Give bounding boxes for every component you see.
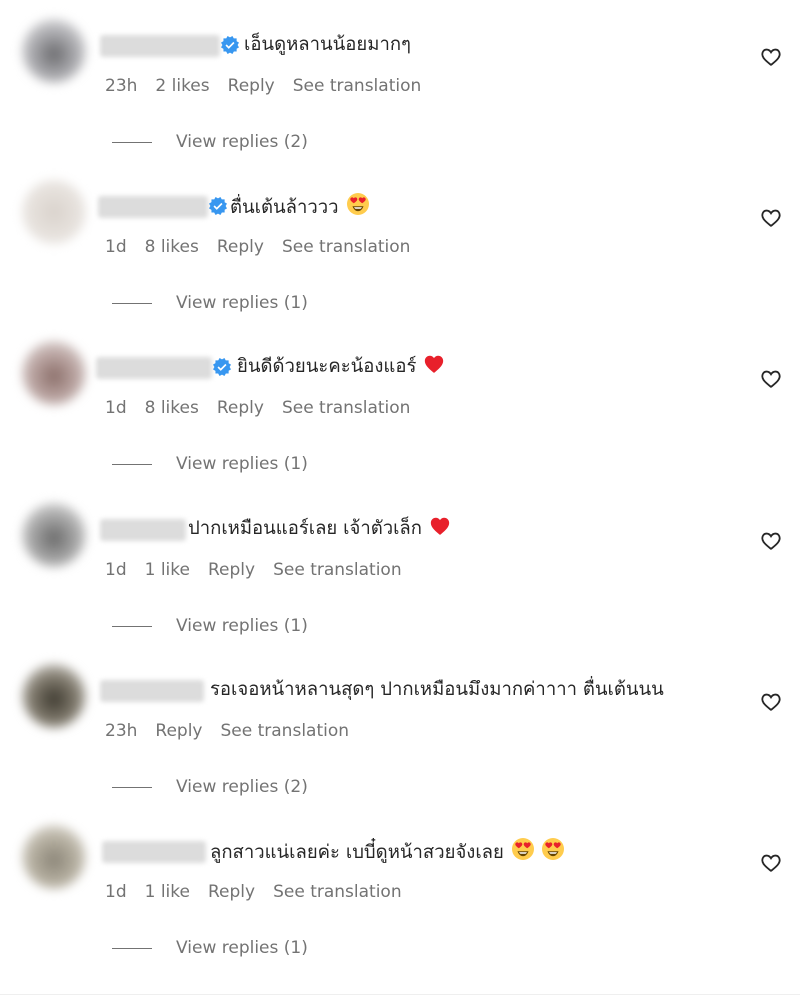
reply-button[interactable]: Reply [217, 237, 264, 257]
replies-divider-line [112, 463, 152, 465]
likes-count[interactable]: 1 like [145, 882, 190, 902]
comment-time: 23h [105, 76, 138, 96]
see-translation-link[interactable]: See translation [273, 882, 402, 902]
replies-divider-line [112, 947, 152, 949]
likes-count[interactable]: 2 likes [155, 76, 209, 96]
comment-text: ยินดีด้วยนะคะน้องแอร์ [237, 353, 445, 384]
comment-time: 1d [105, 398, 127, 418]
view-replies-button[interactable]: View replies (2) [112, 132, 308, 152]
view-replies-label: View replies (2) [176, 132, 308, 152]
red-heart-emoji-icon [429, 515, 451, 546]
comment-meta: 23h 2 likes Reply See translation [105, 76, 421, 96]
replies-divider-line [112, 786, 152, 788]
likes-count[interactable]: 1 like [145, 560, 190, 580]
red-heart-emoji-icon [423, 353, 445, 384]
comment-text-content: เอ็นดูหลานน้อยมากๆ [244, 34, 411, 55]
comment-text-content: ลูกสาวแน่เลยค่ะ เบบี๋ดูหน้าสวยจังเลย [210, 842, 504, 863]
comment-item: เอ็นดูหลานน้อยมากๆ 23h 2 likes Reply See tra… [0, 0, 800, 161]
comment-meta: 1d 8 likes Reply See translation [105, 237, 410, 257]
reply-button[interactable]: Reply [228, 76, 275, 96]
comment-meta: 23h Reply See translation [105, 721, 349, 741]
avatar[interactable] [22, 341, 86, 405]
comment-meta: 1d 1 like Reply See translation [105, 560, 402, 580]
view-replies-label: View replies (2) [176, 777, 308, 797]
comment-text-content: ตื่นเต้นล้าววว [230, 197, 339, 218]
comment-item: รอเจอหน้าหลานสุดๆ ปากเหมือนมึงมากค่าาาา … [0, 645, 800, 806]
comment-time: 23h [105, 721, 138, 741]
comment-text: ลูกสาวแน่เลยค่ะ เบบี๋ดูหน้าสวยจังเลย [210, 837, 565, 870]
comment-text: ปากเหมือนแอร์เลย เจ้าตัวเล็ก [188, 515, 451, 546]
avatar[interactable] [22, 664, 86, 728]
username-blurred[interactable] [100, 519, 186, 541]
view-replies-button[interactable]: View replies (1) [112, 454, 308, 474]
reply-button[interactable]: Reply [208, 882, 255, 902]
see-translation-link[interactable]: See translation [273, 560, 402, 580]
see-translation-link[interactable]: See translation [282, 237, 411, 257]
avatar[interactable] [22, 19, 86, 83]
likes-count[interactable]: 8 likes [145, 237, 199, 257]
view-replies-label: View replies (1) [176, 616, 308, 636]
username-blurred[interactable] [102, 841, 206, 863]
view-replies-button[interactable]: View replies (2) [112, 777, 308, 797]
verified-badge-icon [221, 36, 239, 54]
comment-text: ตื่นเต้นล้าววว [230, 192, 370, 225]
username-blurred[interactable] [96, 357, 212, 379]
avatar[interactable] [22, 503, 86, 567]
see-translation-link[interactable]: See translation [282, 398, 411, 418]
username-blurred[interactable] [100, 680, 204, 702]
verified-badge-icon [213, 358, 231, 376]
avatar[interactable] [22, 825, 86, 889]
comment-item: ลูกสาวแน่เลยค่ะ เบบี๋ดูหน้าสวยจังเลย 1d 1 … [0, 806, 800, 967]
comment-text-content: ปากเหมือนแอร์เลย เจ้าตัวเล็ก [188, 518, 422, 539]
comment-item: ปากเหมือนแอร์เลย เจ้าตัวเล็ก 1d 1 like Repl… [0, 484, 800, 645]
like-heart-icon[interactable] [760, 852, 782, 874]
avatar[interactable] [22, 180, 86, 244]
like-heart-icon[interactable] [760, 368, 782, 390]
comment-text-content: ยินดีด้วยนะคะน้องแอร์ [237, 356, 417, 377]
comment-text: รอเจอหน้าหลานสุดๆ ปากเหมือนมึงมากค่าาาา … [210, 676, 664, 704]
reply-button[interactable]: Reply [217, 398, 264, 418]
comments-list: เอ็นดูหลานน้อยมากๆ 23h 2 likes Reply See tra… [0, 0, 800, 1000]
view-replies-button[interactable]: View replies (1) [112, 938, 308, 958]
like-heart-icon[interactable] [760, 207, 782, 229]
heart-eyes-emoji-icon [511, 837, 535, 870]
view-replies-button[interactable]: View replies (1) [112, 293, 308, 313]
comment-meta: 1d 8 likes Reply See translation [105, 398, 410, 418]
comment-time: 1d [105, 882, 127, 902]
username-blurred[interactable] [98, 196, 208, 218]
like-heart-icon[interactable] [760, 691, 782, 713]
view-replies-label: View replies (1) [176, 938, 308, 958]
heart-eyes-emoji-icon [346, 192, 370, 225]
comment-time: 1d [105, 237, 127, 257]
replies-divider-line [112, 141, 152, 143]
see-translation-link[interactable]: See translation [293, 76, 422, 96]
view-replies-label: View replies (1) [176, 454, 308, 474]
comment-item: ยินดีด้วยนะคะน้องแอร์ 1d 8 likes Reply See t… [0, 322, 800, 483]
replies-divider-line [112, 625, 152, 627]
reply-button[interactable]: Reply [208, 560, 255, 580]
comment-text: เอ็นดูหลานน้อยมากๆ [244, 31, 411, 59]
comment-meta: 1d 1 like Reply See translation [105, 882, 402, 902]
comment-time: 1d [105, 560, 127, 580]
bottom-divider [0, 994, 800, 995]
verified-badge-icon [209, 197, 227, 215]
likes-count[interactable]: 8 likes [145, 398, 199, 418]
like-heart-icon[interactable] [760, 530, 782, 552]
replies-divider-line [112, 302, 152, 304]
comment-item: ตื่นเต้นล้าววว 1d 8 likes Reply See translat… [0, 161, 800, 322]
view-replies-label: View replies (1) [176, 293, 308, 313]
reply-button[interactable]: Reply [155, 721, 202, 741]
username-blurred[interactable] [100, 35, 220, 57]
view-replies-button[interactable]: View replies (1) [112, 616, 308, 636]
like-heart-icon[interactable] [760, 46, 782, 68]
see-translation-link[interactable]: See translation [221, 721, 350, 741]
heart-eyes-emoji-icon [541, 837, 565, 870]
comment-text-content: รอเจอหน้าหลานสุดๆ ปากเหมือนมึงมากค่าาาา … [210, 679, 664, 700]
